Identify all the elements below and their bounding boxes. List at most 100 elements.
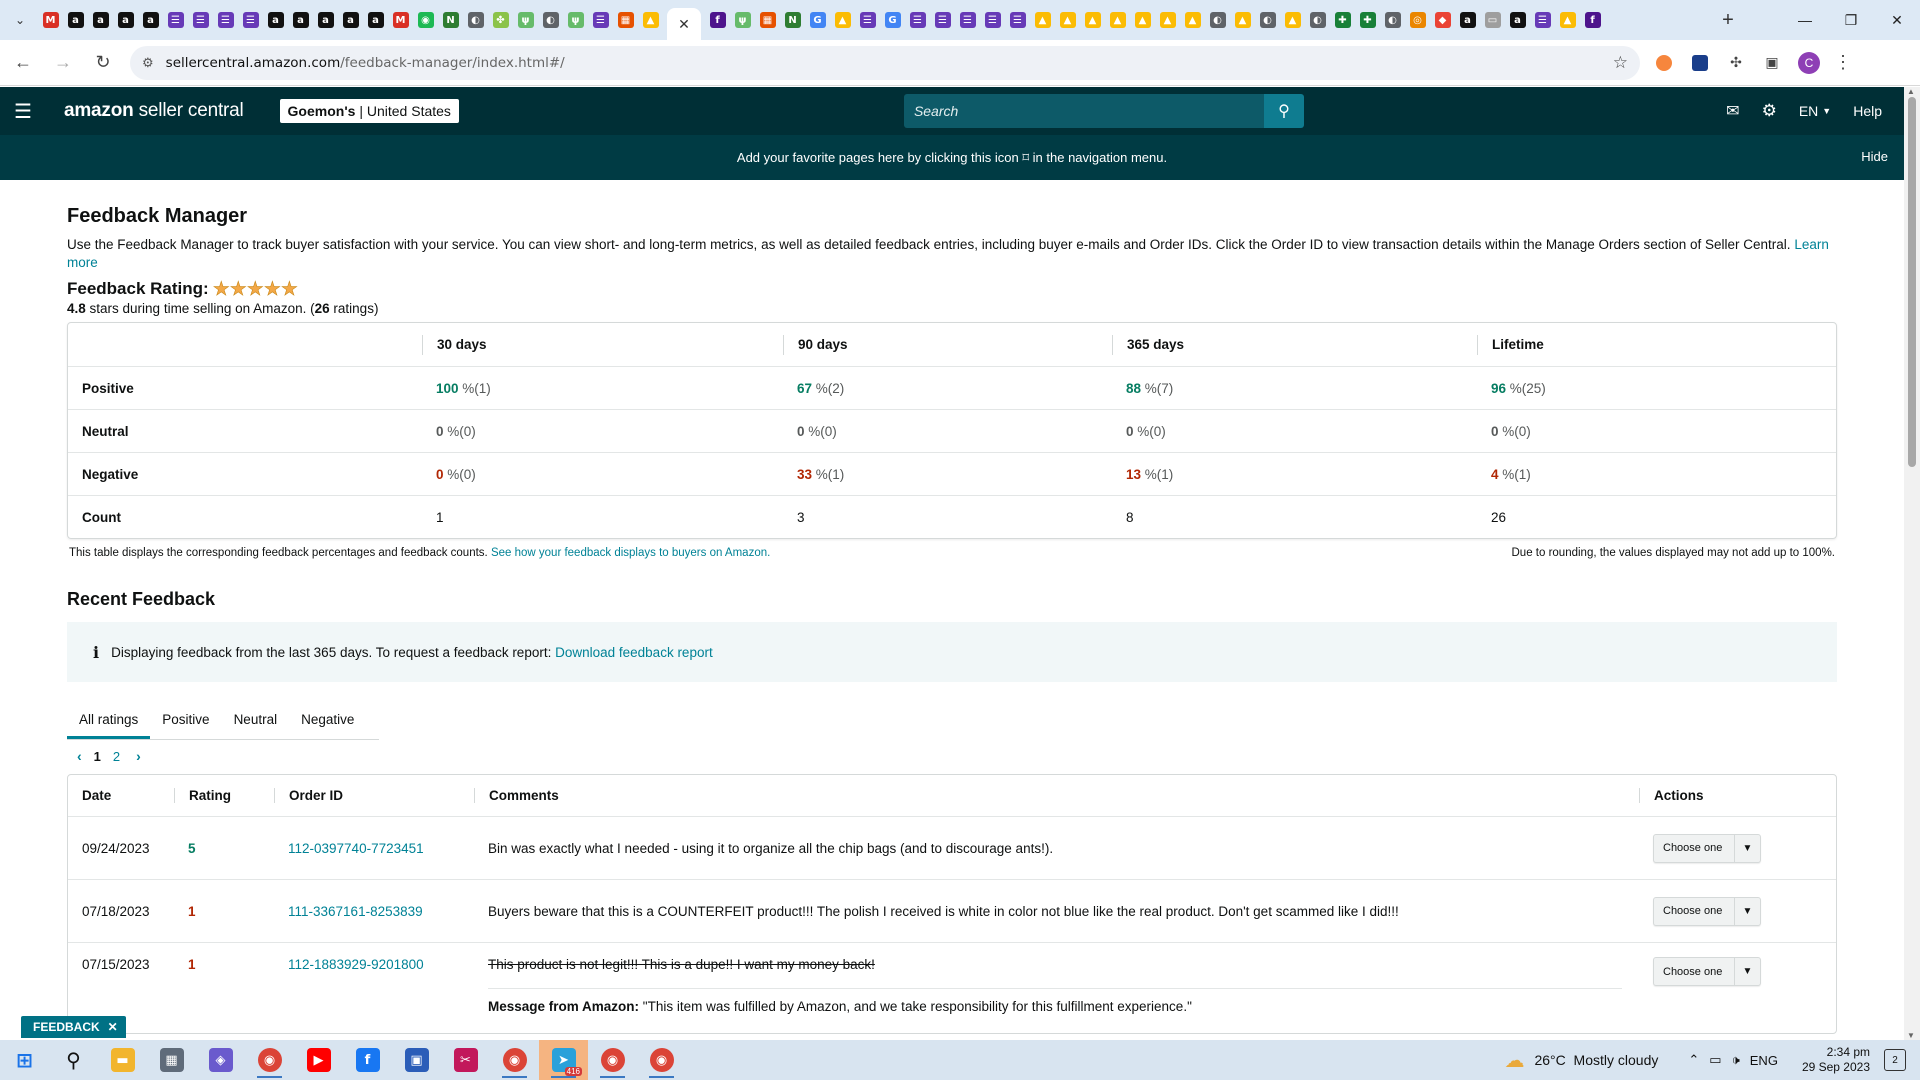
- browser-tab[interactable]: ◐: [1255, 0, 1280, 40]
- rating-column-header[interactable]: Rating: [174, 788, 274, 803]
- chevron-down-icon[interactable]: ▼: [1734, 897, 1760, 925]
- browser-tab[interactable]: ▭: [1480, 0, 1505, 40]
- browser-tab[interactable]: ▲: [1555, 0, 1580, 40]
- feedback-display-link[interactable]: See how your feedback displays to buyers…: [491, 547, 770, 559]
- browser-tab[interactable]: N: [780, 0, 805, 40]
- browser-tab[interactable]: a: [1505, 0, 1530, 40]
- tab-neutral[interactable]: Neutral: [222, 712, 290, 739]
- extensions-puzzle-icon[interactable]: ✣: [1724, 51, 1748, 75]
- taskbar-app[interactable]: ▶: [294, 1040, 343, 1080]
- browser-tab[interactable]: G: [805, 0, 830, 40]
- browser-tab[interactable]: ☰: [980, 0, 1005, 40]
- search-icon[interactable]: ⚲: [1263, 94, 1304, 128]
- browser-tab[interactable]: ◐: [538, 0, 563, 40]
- tab-positive[interactable]: Positive: [150, 712, 221, 739]
- taskbar-app[interactable]: ▦: [147, 1040, 196, 1080]
- reload-icon[interactable]: ↻: [86, 46, 120, 80]
- order-id-link[interactable]: 111-3367161-8253839: [288, 904, 423, 919]
- side-panel-icon[interactable]: ▣: [1760, 51, 1784, 75]
- browser-tab[interactable]: ☰: [930, 0, 955, 40]
- forward-arrow-icon[interactable]: →: [46, 46, 80, 80]
- tab-negative[interactable]: Negative: [289, 712, 366, 739]
- browser-tab[interactable]: ▲: [1280, 0, 1305, 40]
- browser-tab[interactable]: a: [338, 0, 363, 40]
- date-column-header[interactable]: Date: [68, 788, 174, 803]
- browser-tab[interactable]: G: [880, 0, 905, 40]
- actions-dropdown[interactable]: Choose one ▼: [1653, 896, 1761, 926]
- browser-tab[interactable]: ▲: [1230, 0, 1255, 40]
- browser-tab[interactable]: a: [88, 0, 113, 40]
- browser-tab[interactable]: ψ: [563, 0, 588, 40]
- taskbar-app[interactable]: ▣: [392, 1040, 441, 1080]
- browser-tab[interactable]: ▦: [613, 0, 638, 40]
- browser-tab[interactable]: ▲: [1105, 0, 1130, 40]
- hide-banner-button[interactable]: Hide: [1861, 149, 1888, 164]
- browser-tab[interactable]: ▲: [1030, 0, 1055, 40]
- browser-menu-icon[interactable]: ⋮: [1834, 52, 1852, 73]
- browser-tab[interactable]: ◆: [1430, 0, 1455, 40]
- tab-search-chevron-icon[interactable]: ⌄: [6, 6, 34, 34]
- back-arrow-icon[interactable]: ←: [6, 46, 40, 80]
- restore-icon[interactable]: ❐: [1828, 0, 1874, 40]
- hamburger-menu-icon[interactable]: ☰: [0, 87, 46, 135]
- help-link[interactable]: Help: [1853, 103, 1882, 119]
- browser-tab[interactable]: ☰: [855, 0, 880, 40]
- taskbar-app[interactable]: f: [343, 1040, 392, 1080]
- browser-tab[interactable]: ◐: [1380, 0, 1405, 40]
- browser-tab[interactable]: ◎: [1405, 0, 1430, 40]
- browser-tab[interactable]: ☰: [1005, 0, 1030, 40]
- page-link[interactable]: 1: [94, 749, 101, 764]
- browser-tab[interactable]: a: [363, 0, 388, 40]
- browser-tab[interactable]: ◐: [1305, 0, 1330, 40]
- minimize-icon[interactable]: —: [1782, 0, 1828, 40]
- weather-widget[interactable]: ☁ 26°C Mostly cloudy: [1504, 1048, 1658, 1073]
- browser-tab[interactable]: ▲: [1130, 0, 1155, 40]
- browser-tab[interactable]: M: [38, 0, 63, 40]
- browser-tab[interactable]: f: [1580, 0, 1605, 40]
- scroll-up-arrow-icon[interactable]: ▲: [1907, 87, 1915, 96]
- bookmark-star-icon[interactable]: ☆: [1613, 53, 1628, 73]
- browser-tab[interactable]: ◉: [413, 0, 438, 40]
- taskbar-app[interactable]: ◉: [637, 1040, 686, 1080]
- prev-page-chevron-icon[interactable]: ‹: [77, 748, 82, 764]
- order-id-column-header[interactable]: Order ID: [274, 788, 474, 803]
- actions-dropdown[interactable]: Choose one ▼: [1653, 833, 1761, 863]
- browser-tab[interactable]: ▲: [1155, 0, 1180, 40]
- notifications-icon[interactable]: 2: [1884, 1049, 1906, 1071]
- page-link[interactable]: 2: [113, 749, 120, 764]
- settings-gear-icon[interactable]: ⚙: [1762, 101, 1777, 121]
- feedback-close-icon[interactable]: ✕: [108, 1020, 118, 1034]
- chevron-down-icon[interactable]: ▼: [1734, 834, 1760, 862]
- browser-tab[interactable]: ✚: [1355, 0, 1380, 40]
- store-selector[interactable]: Goemon's | United States: [279, 99, 459, 123]
- browser-tab[interactable]: ▲: [830, 0, 855, 40]
- taskbar-app[interactable]: ✂: [441, 1040, 490, 1080]
- close-window-icon[interactable]: ✕: [1874, 0, 1920, 40]
- browser-tab[interactable]: ✤: [488, 0, 513, 40]
- browser-tab[interactable]: N: [438, 0, 463, 40]
- scrollbar-thumb[interactable]: [1908, 97, 1916, 467]
- browser-tab[interactable]: ☰: [1530, 0, 1555, 40]
- order-id-link[interactable]: 112-1883929-9201800: [288, 957, 424, 972]
- scroll-down-arrow-icon[interactable]: ▼: [1907, 1031, 1915, 1040]
- order-id-link[interactable]: 112-0397740-7723451: [288, 841, 424, 856]
- taskbar-app[interactable]: ➤ 416: [539, 1040, 588, 1080]
- site-settings-icon[interactable]: ⚙: [142, 55, 154, 71]
- search-input[interactable]: Search: [903, 94, 1264, 128]
- browser-tab[interactable]: ψ: [730, 0, 755, 40]
- browser-tab[interactable]: a: [313, 0, 338, 40]
- browser-tab-active[interactable]: ✕: [667, 8, 701, 40]
- extension-translate-icon[interactable]: [1688, 51, 1712, 75]
- browser-tab[interactable]: ▲: [1180, 0, 1205, 40]
- browser-tab[interactable]: ▲: [1055, 0, 1080, 40]
- browser-tab[interactable]: a: [113, 0, 138, 40]
- browser-tab[interactable]: ☰: [238, 0, 263, 40]
- url-bar[interactable]: ⚙ sellercentral.amazon.com/feedback-mana…: [130, 45, 1640, 80]
- taskbar-app[interactable]: ⚲: [49, 1040, 98, 1080]
- browser-tab[interactable]: a: [263, 0, 288, 40]
- language-selector[interactable]: EN ▼: [1799, 103, 1831, 119]
- browser-tab[interactable]: ▲: [638, 0, 663, 40]
- network-icon[interactable]: ▭: [1709, 1052, 1721, 1068]
- browser-tab[interactable]: a: [138, 0, 163, 40]
- chevron-down-icon[interactable]: ▼: [1734, 958, 1760, 985]
